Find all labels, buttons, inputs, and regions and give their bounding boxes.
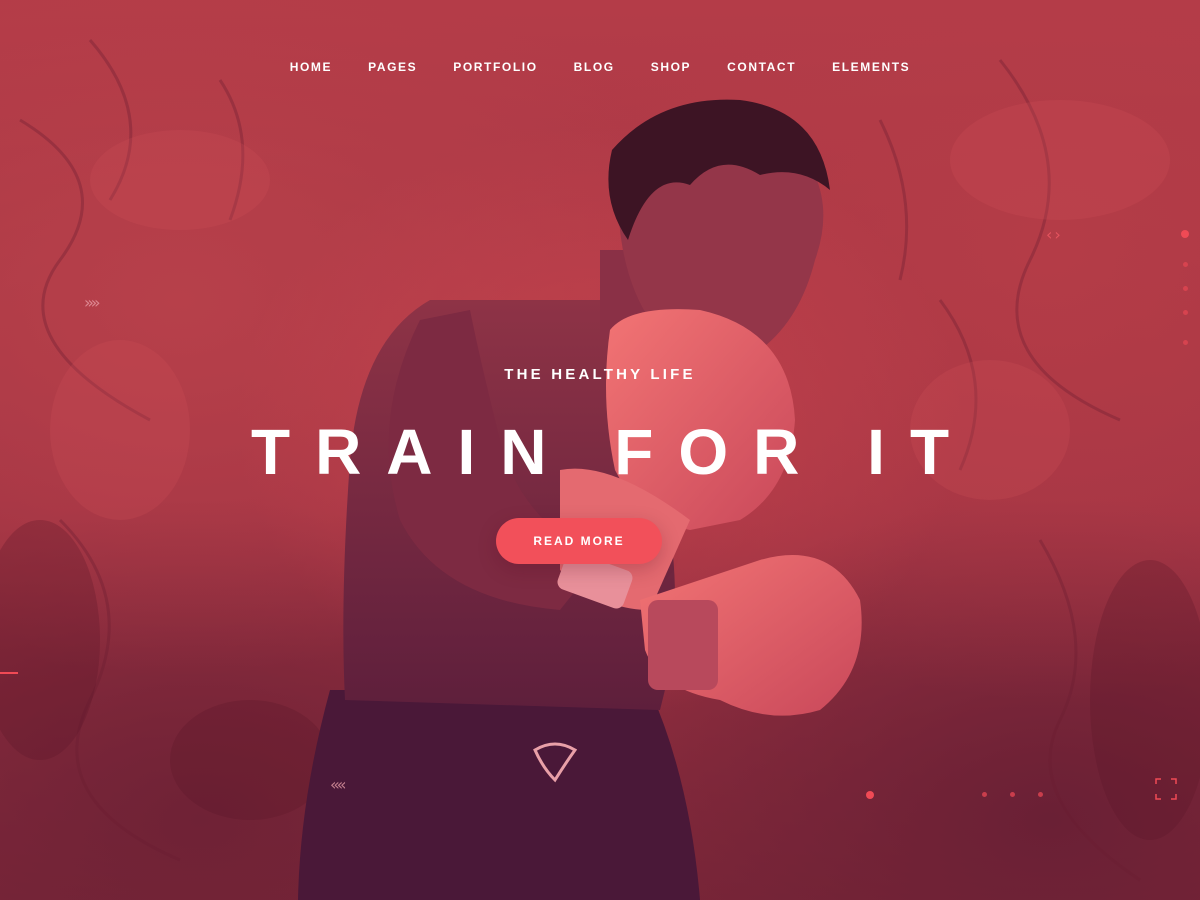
code-brackets-icon: ‹›: [1046, 225, 1063, 244]
decor-dot: [866, 791, 874, 799]
chevrons-right-icon: »»: [84, 293, 100, 312]
nav-item-elements[interactable]: ELEMENTS: [832, 59, 910, 75]
nav-item-pages[interactable]: PAGES: [368, 59, 417, 75]
nav-item-shop[interactable]: SHOP: [651, 59, 691, 75]
pagination-dot[interactable]: [1183, 310, 1188, 315]
hero-section: HOME PAGES PORTFOLIO BLOG SHOP CONTACT E…: [0, 0, 1200, 900]
decor-dot: [1038, 792, 1043, 797]
hero-headline: TRAIN FOR IT: [250, 416, 975, 488]
nav-menu: HOME PAGES PORTFOLIO BLOG SHOP CONTACT E…: [290, 59, 911, 75]
pagination-dot[interactable]: [1183, 262, 1188, 267]
main-navigation: HOME PAGES PORTFOLIO BLOG SHOP CONTACT E…: [0, 58, 1200, 76]
pagination-dot[interactable]: [1183, 286, 1188, 291]
pagination-dot[interactable]: [1183, 340, 1188, 345]
read-more-button[interactable]: READ MORE: [496, 518, 662, 564]
nav-item-contact[interactable]: CONTACT: [727, 59, 796, 75]
nav-item-blog[interactable]: BLOG: [574, 59, 615, 75]
decor-dot: [982, 792, 987, 797]
nav-item-home[interactable]: HOME: [290, 59, 332, 75]
nav-item-portfolio[interactable]: PORTFOLIO: [453, 59, 537, 75]
chevrons-left-icon: ««: [330, 775, 346, 794]
decor-dot: [1010, 792, 1015, 797]
hero-eyebrow: THE HEALTHY LIFE: [504, 366, 696, 383]
focus-frame-icon: [1155, 778, 1177, 800]
left-edge-line: [0, 672, 18, 674]
pagination-dot-active[interactable]: [1181, 230, 1189, 238]
